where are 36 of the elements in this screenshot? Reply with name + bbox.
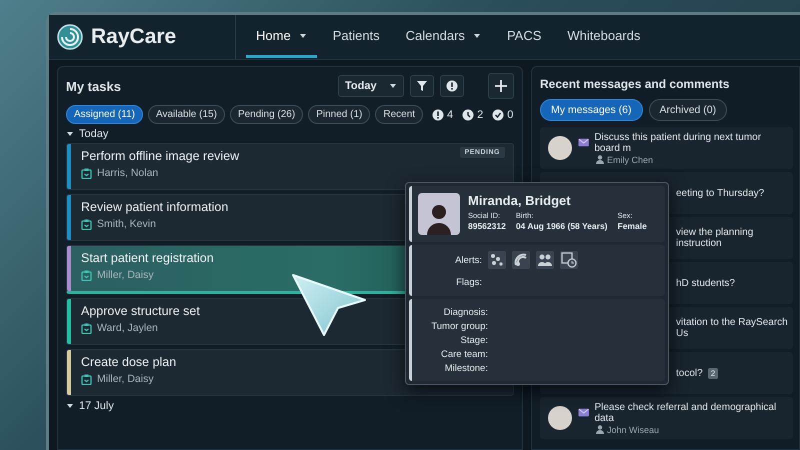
patient-name: Ward, Jaylen	[97, 322, 158, 334]
message-text: eeting to Thursday?	[676, 188, 764, 198]
message-text: hD students?	[676, 278, 735, 288]
detail-label: Milestone:	[444, 363, 489, 374]
message-text: tocol?	[676, 368, 703, 378]
detail-label: Diagnosis:	[442, 307, 489, 318]
count-label: 0	[507, 108, 514, 120]
app-name: RayCare	[91, 25, 176, 49]
detail-label: Stage:	[460, 335, 489, 346]
task-title: Approve structure set	[81, 304, 200, 318]
field-value: Female	[618, 221, 647, 231]
count-label: 2	[477, 108, 484, 120]
count-label: 4	[447, 108, 454, 120]
task-title: Review patient information	[81, 200, 228, 214]
field-value: 04 Aug 1966 (58 Years)	[516, 221, 608, 231]
alerts-label: Alerts:	[454, 254, 483, 266]
patient-name: Harris, Nolan	[97, 167, 158, 179]
count-badge: 2	[708, 368, 718, 378]
patient-name: Miller, Daisy	[97, 373, 154, 385]
panel-title: My tasks	[66, 78, 122, 94]
message-text: Please check referral and demographical data	[594, 402, 778, 424]
detail-label: Care team:	[440, 349, 489, 360]
author-name: Emily Chen	[607, 154, 654, 164]
patient-name: Miller, Daisy	[97, 269, 154, 281]
message-text: Discuss this patient during next tumor board m	[594, 132, 762, 154]
panel-title: Recent messages and comments	[540, 77, 730, 93]
detail-label: Tumor group:	[430, 321, 489, 332]
task-title: Start patient registration	[81, 251, 214, 265]
author-name: John Wiseau	[607, 424, 660, 434]
flags-label: Flags:	[455, 277, 483, 288]
task-title: Create dose plan	[81, 355, 176, 369]
field-value: 89562312	[468, 221, 506, 231]
message-text: view the planning instruction	[676, 227, 754, 249]
patient-name: Smith, Kevin	[97, 218, 156, 230]
task-title: Perform offline image review	[81, 149, 240, 163]
message-text: vitation to the RaySearch Us	[676, 317, 789, 339]
